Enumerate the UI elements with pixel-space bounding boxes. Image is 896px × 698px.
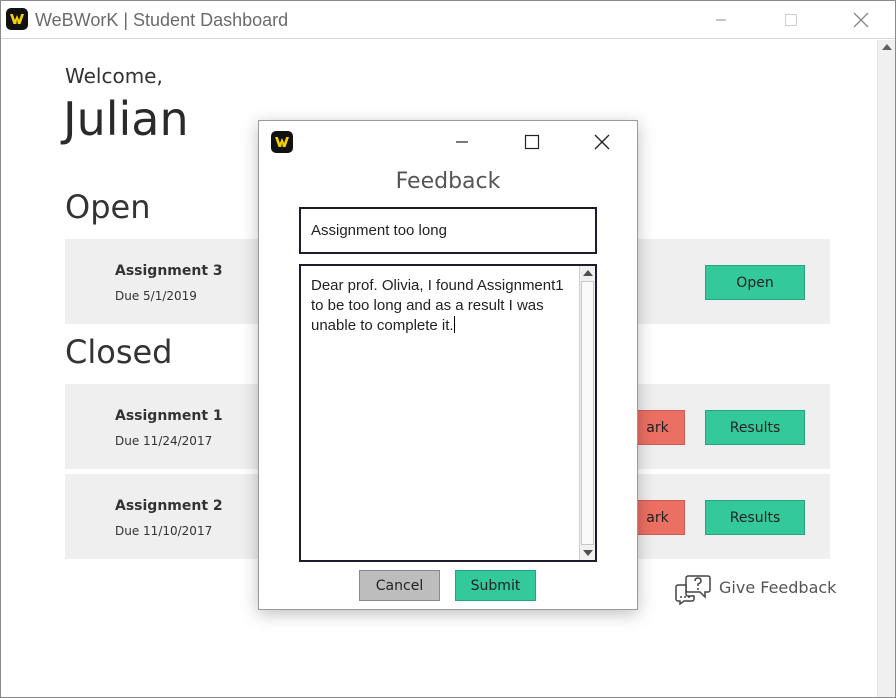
dialog-minimize-button[interactable] [442,129,482,155]
assignment-due-date: Due 5/1/2019 [115,289,197,303]
feedback-dialog: Feedback Assignment too long Dear prof. … [258,120,638,610]
webwork-logo-icon [271,131,293,153]
feedback-message-text: Dear prof. Olivia, I found Assignment1 t… [311,276,577,336]
dialog-close-button[interactable] [582,129,622,155]
closed-section-heading: Closed [65,333,173,371]
webwork-logo-icon [6,8,28,30]
open-section-heading: Open [65,188,151,226]
textarea-scrollbar[interactable] [579,266,595,560]
scroll-up-arrow-icon[interactable] [882,44,892,50]
minimize-button[interactable] [703,7,739,33]
assignment-due-date: Due 11/24/2017 [115,434,213,448]
assignment-title: Assignment 2 [115,498,223,514]
assignment-title: Assignment 1 [115,408,223,424]
dialog-title: Feedback [395,169,501,194]
minimize-icon [716,19,726,21]
close-icon [594,134,610,150]
scroll-up-arrow-icon[interactable] [583,270,593,276]
dialog-maximize-button[interactable] [512,129,552,155]
give-feedback-label: Give Feedback [719,578,837,597]
chat-question-icon [675,575,711,605]
title-bar[interactable]: WeBWorK | Student Dashboard [1,1,895,39]
open-assignment-button[interactable]: Open [705,265,805,300]
feedback-message-textarea[interactable]: Dear prof. Olivia, I found Assignment1 t… [299,264,597,562]
welcome-text: Welcome, [65,64,163,88]
window-title: WeBWorK | Student Dashboard [35,10,289,30]
scroll-thumb[interactable] [581,281,594,545]
assignment-due-date: Due 11/10/2017 [115,524,213,538]
feedback-message-value: Dear prof. Olivia, I found Assignment1 t… [311,277,564,334]
results-button[interactable]: Results [705,410,805,445]
cancel-button[interactable]: Cancel [359,570,440,601]
text-caret [453,316,455,333]
username-heading: Julian [63,92,189,146]
submit-button[interactable]: Submit [455,570,536,601]
minimize-icon [456,141,468,143]
feedback-subject-input[interactable]: Assignment too long [299,207,597,254]
results-button[interactable]: Results [705,500,805,535]
close-icon [853,12,869,28]
give-feedback-button[interactable]: Give Feedback [675,573,837,605]
maximize-button[interactable] [773,7,809,33]
maximize-icon [524,134,540,150]
main-scrollbar[interactable] [877,40,895,697]
maximize-icon [785,14,797,26]
scroll-down-arrow-icon[interactable] [583,550,593,556]
assignment-title: Assignment 3 [115,263,223,279]
close-button[interactable] [843,7,879,33]
